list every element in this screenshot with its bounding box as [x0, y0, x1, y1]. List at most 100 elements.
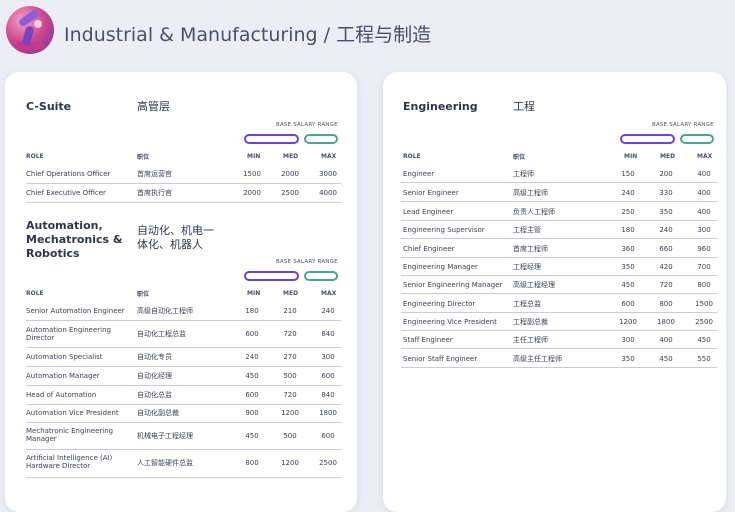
salary-med: 1200 [281, 409, 299, 417]
salary-med: 210 [283, 307, 297, 315]
salary-min: 350 [621, 355, 635, 363]
salary-med: 500 [283, 432, 297, 440]
role-zh: 高级主任工程师 [513, 355, 562, 363]
salary-max: 1500 [695, 300, 713, 308]
salary-max: 400 [697, 208, 711, 216]
salary-min: 800 [245, 459, 259, 467]
role-zh: 自动化副总裁 [137, 409, 179, 417]
role-zh: 自动化专员 [137, 353, 172, 361]
salary-range-pill-green [304, 271, 338, 281]
section-title-zh: 高管层 [137, 100, 170, 113]
page-header: Industrial & Manufacturing / 工程与制造 [0, 0, 735, 62]
section-title-zh: 工程 [513, 100, 535, 113]
salary-range-label: BASE SALARY RANGE [652, 122, 714, 128]
salary-med: 500 [283, 372, 297, 380]
table-row: Artificial Intelligence (AI) Hardware Di… [26, 450, 341, 478]
salary-min: 450 [621, 281, 635, 289]
role-en: Engineering Manager [403, 263, 478, 271]
column-header-role: ROLE [26, 290, 44, 297]
salary-max: 300 [321, 353, 335, 361]
salary-max: 1800 [319, 409, 337, 417]
column-header-med: MED [660, 153, 676, 160]
salary-med: 1200 [281, 459, 299, 467]
table-row: Automation Engineering Director 自动化工程总监 … [26, 321, 341, 348]
role-en: Automation Manager [26, 372, 100, 380]
role-en: Engineering Vice President [403, 318, 497, 326]
salary-min: 1200 [619, 318, 637, 326]
column-header-role: ROLE [403, 153, 421, 160]
role-zh: 自动化总监 [137, 391, 172, 399]
section-title-en: Engineering [403, 100, 478, 113]
salary-max: 700 [697, 263, 711, 271]
table-row: Automation Manager 自动化经理 450 500 600 [26, 367, 341, 386]
salary-range-pill-purple [620, 134, 675, 144]
salary-max: 840 [321, 330, 335, 338]
role-zh: 机械电子工程经理 [137, 432, 193, 440]
column-header-min: MIN [247, 153, 261, 160]
column-header-med: MED [283, 290, 299, 297]
table-row: Senior Staff Engineer 高级主任工程师 350 450 55… [401, 349, 717, 368]
salary-range-label: BASE SALARY RANGE [276, 259, 338, 265]
salary-med: 2000 [281, 170, 299, 178]
role-zh: 工程主管 [513, 226, 541, 234]
salary-min: 180 [621, 226, 635, 234]
role-en: Senior Staff Engineer [403, 355, 478, 363]
salary-med: 450 [659, 355, 673, 363]
salary-min: 300 [621, 336, 635, 344]
role-en: Mechatronic Engineering Manager [26, 427, 114, 443]
column-header-role-zh: 职位 [137, 154, 150, 161]
salary-max: 960 [697, 245, 711, 253]
table-row: Senior Engineering Manager 高级工程经理 450 72… [401, 275, 717, 294]
role-en: Chief Operations Officer [26, 170, 111, 178]
role-zh: 高级自动化工程师 [137, 307, 193, 315]
role-zh: 高级工程师 [513, 189, 548, 197]
salary-min: 2000 [243, 189, 261, 197]
table-row: Engineering Director 工程总监 600 800 1500 [401, 294, 717, 313]
salary-max: 2500 [695, 318, 713, 326]
salary-min: 360 [621, 245, 635, 253]
column-header-max: MAX [697, 153, 713, 160]
role-en: Engineering Supervisor [403, 226, 485, 234]
salary-med: 350 [659, 208, 673, 216]
table-row: Engineering Manager 工程经理 350 420 700 [401, 257, 717, 276]
salary-min: 250 [621, 208, 635, 216]
salary-max: 450 [697, 336, 711, 344]
salary-card-left: C-Suite 高管层 BASE SALARY RANGE ROLE 职位 MI… [5, 72, 357, 512]
role-en: Lead Engineer [403, 208, 454, 216]
salary-med: 2500 [281, 189, 299, 197]
salary-med: 720 [659, 281, 673, 289]
salary-min: 450 [245, 432, 259, 440]
table-row: Staff Engineer 主任工程师 300 400 450 [401, 330, 717, 349]
salary-med: 400 [659, 336, 673, 344]
salary-med: 200 [659, 170, 673, 178]
salary-max: 300 [697, 226, 711, 234]
salary-med: 720 [283, 330, 297, 338]
page-title: Industrial & Manufacturing / 工程与制造 [64, 24, 432, 46]
role-zh: 工程师 [513, 170, 534, 178]
role-zh: 首席运营官 [137, 170, 172, 178]
role-zh: 主任工程师 [513, 336, 548, 344]
salary-med: 720 [283, 391, 297, 399]
salary-min: 600 [245, 330, 259, 338]
table-row: Senior Automation Engineer 高级自动化工程师 180 … [26, 301, 341, 321]
salary-med: 1800 [657, 318, 675, 326]
role-en: Senior Engineer [403, 189, 459, 197]
role-zh: 高级工程经理 [513, 281, 555, 289]
salary-range-pill-green [304, 134, 338, 144]
salary-max: 800 [697, 281, 711, 289]
role-zh: 工程经理 [513, 263, 541, 271]
salary-min: 600 [245, 391, 259, 399]
salary-max: 240 [321, 307, 335, 315]
salary-med: 420 [659, 263, 673, 271]
role-en: Senior Automation Engineer [26, 307, 125, 315]
table-row: Engineer 工程师 150 200 400 [401, 164, 717, 183]
table-row: Chief Operations Officer 首席运营官 1500 2000… [26, 165, 341, 184]
role-zh: 工程总监 [513, 300, 541, 308]
salary-med: 240 [659, 226, 673, 234]
role-en: Artificial Intelligence (AI) Hardware Di… [26, 454, 113, 470]
role-zh: 工程副总裁 [513, 318, 548, 326]
role-en: Chief Executive Officer [26, 189, 106, 197]
section-title-en: C-Suite [26, 100, 72, 113]
role-en: Chief Engineer [403, 245, 455, 253]
salary-min: 350 [621, 263, 635, 271]
